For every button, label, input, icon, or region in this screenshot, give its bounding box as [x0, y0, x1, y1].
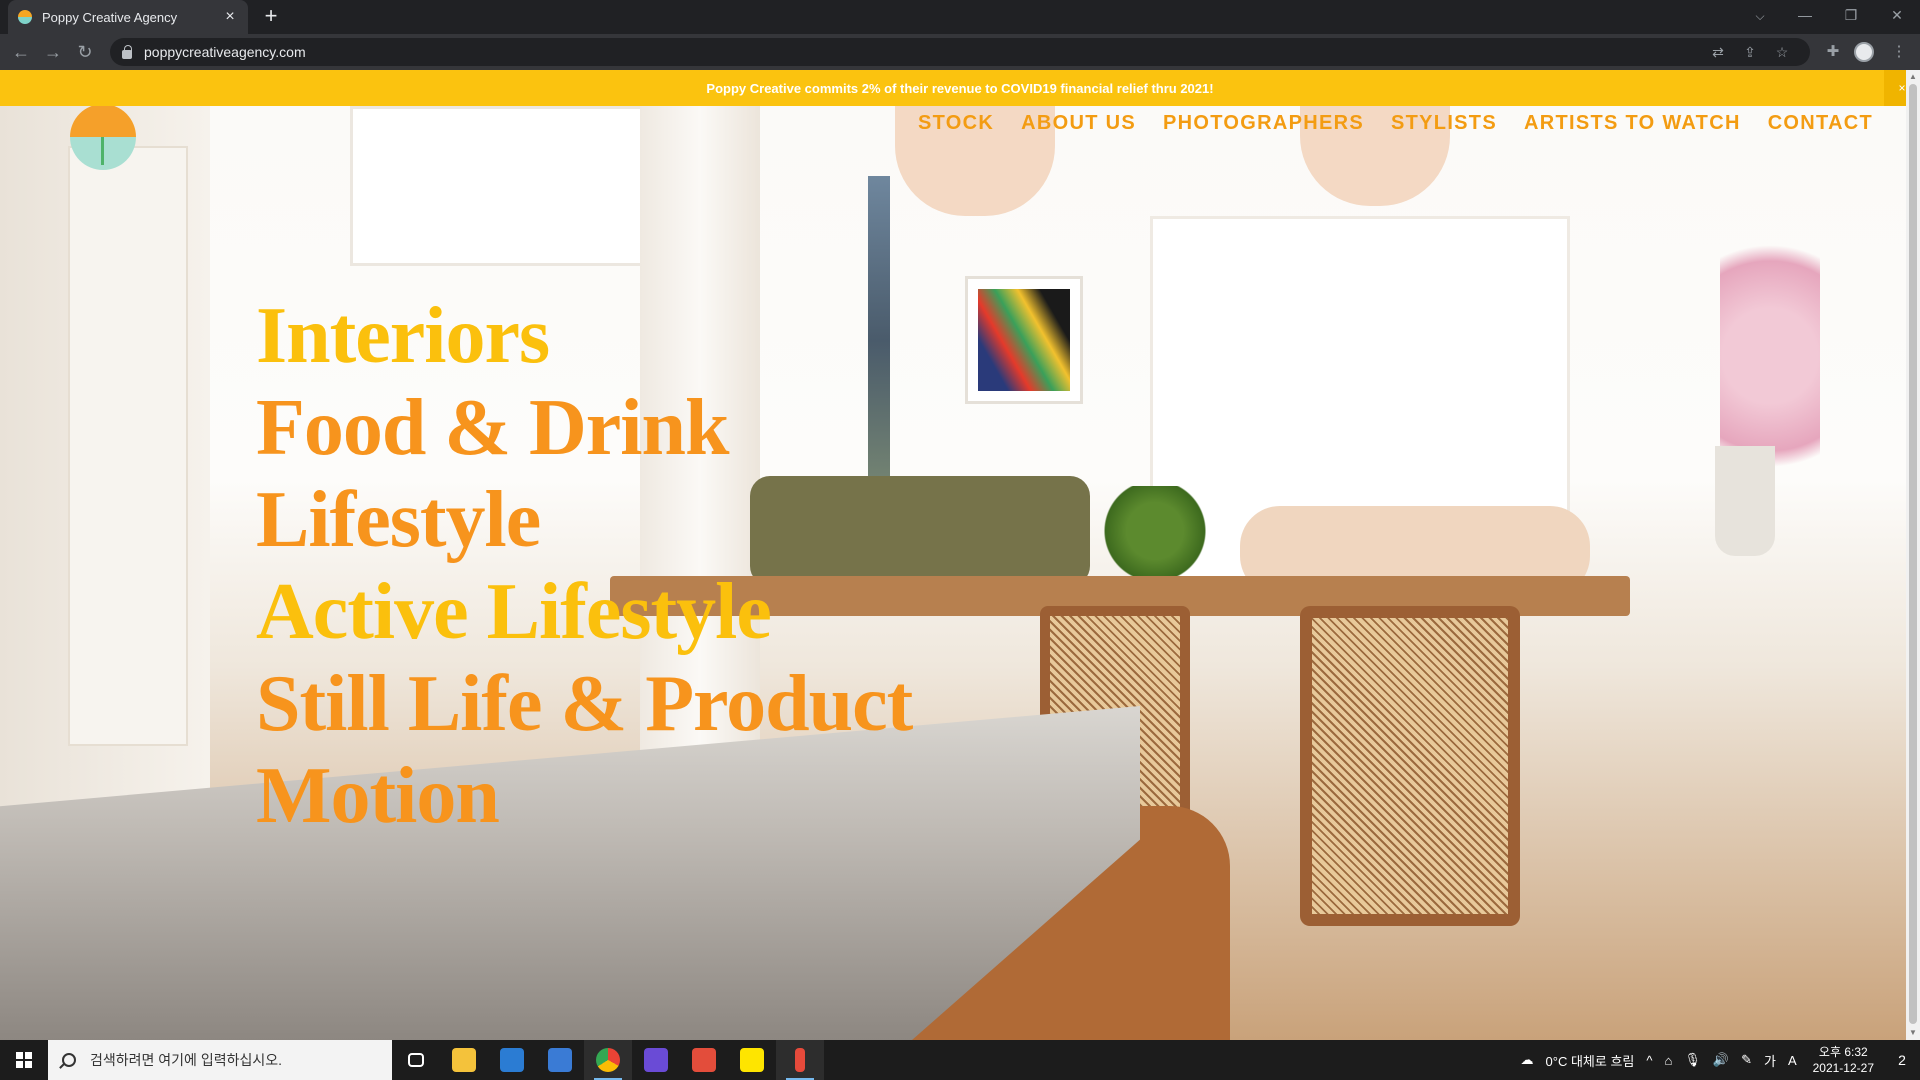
address-bar[interactable]: poppycreativeagency.com ⇄ ⇪ ☆ — [110, 38, 1810, 66]
translate-icon[interactable]: ⇄ — [1702, 44, 1734, 61]
notes-app-icon[interactable] — [680, 1040, 728, 1080]
nav-artists-to-watch[interactable]: ARTISTS TO WATCH — [1524, 112, 1741, 135]
file-explorer-icon[interactable] — [440, 1040, 488, 1080]
lock-icon[interactable] — [122, 44, 132, 59]
clock-time: 오후 6:32 — [1818, 1045, 1868, 1059]
category-interiors[interactable]: Interiors — [256, 290, 912, 382]
centerpiece-plant — [1100, 486, 1210, 576]
windows-taskbar: 검색하려면 여기에 입력하십시오. ☁ 0°C 대체로 흐림 ^ ⌂ 🎙 🔊 ✎… — [0, 1040, 1920, 1080]
taskbar-search[interactable]: 검색하려면 여기에 입력하십시오. — [48, 1040, 392, 1080]
volume-icon[interactable]: 🔊 — [1707, 1052, 1735, 1068]
scroll-up-icon[interactable]: ▲ — [1906, 70, 1920, 84]
browser-toolbar: ← → ↻ poppycreativeagency.com ⇄ ⇪ ☆ ✚ ⋮ — [0, 34, 1920, 70]
nav-photographers[interactable]: PHOTOGRAPHERS — [1163, 112, 1364, 135]
tab-title: Poppy Creative Agency — [42, 9, 178, 25]
restore-button[interactable]: ❐ — [1828, 0, 1874, 30]
ime-icon[interactable]: 가 — [1758, 1051, 1782, 1070]
tab-search-icon[interactable]: ⌵ — [1748, 4, 1772, 28]
weather-icon[interactable]: ☁ — [1515, 1052, 1540, 1068]
category-motion[interactable]: Motion — [256, 750, 912, 842]
announcement-message: Poppy Creative commits 2% of their reven… — [706, 80, 1214, 96]
logo-stem-icon — [101, 137, 104, 165]
door — [68, 146, 188, 746]
microphone-icon[interactable]: 🎙 — [1678, 1052, 1707, 1068]
browser-tab[interactable]: Poppy Creative Agency × — [8, 0, 248, 34]
nav-stylists[interactable]: STYLISTS — [1391, 112, 1497, 135]
category-lifestyle[interactable]: Lifestyle — [256, 474, 912, 566]
browser-menu-icon[interactable]: ⋮ — [1886, 39, 1912, 65]
wall-art-painting — [978, 289, 1070, 391]
window-close-button[interactable]: ✕ — [1874, 0, 1920, 30]
store-icon[interactable] — [536, 1040, 584, 1080]
snipping-tool-icon[interactable] — [776, 1040, 824, 1080]
weather-text[interactable]: 0°C 대체로 흐림 — [1540, 1051, 1641, 1070]
main-nav: STOCK ABOUT US PHOTOGRAPHERS STYLISTS AR… — [918, 112, 1873, 135]
url-text[interactable]: poppycreativeagency.com — [144, 44, 1702, 60]
kakaotalk-icon[interactable] — [728, 1040, 776, 1080]
scroll-down-icon[interactable]: ▼ — [1906, 1026, 1920, 1040]
windows-logo-icon — [16, 1052, 32, 1068]
chrome-icon[interactable] — [584, 1040, 632, 1080]
poppy-logo[interactable] — [70, 104, 136, 170]
nav-about-us[interactable]: ABOUT US — [1021, 112, 1136, 135]
logo-sun-icon — [70, 104, 136, 137]
input-mode-icon[interactable]: A — [1782, 1053, 1803, 1068]
system-tray: ☁ 0°C 대체로 흐림 ^ ⌂ 🎙 🔊 ✎ 가 A 오후 6:32 2021-… — [1515, 1040, 1920, 1080]
category-list: Interiors Food & Drink Lifestyle Active … — [256, 290, 913, 842]
notification-count: 2 — [1898, 1052, 1906, 1068]
category-still-life-product[interactable]: Still Life & Product — [256, 658, 913, 750]
nav-contact[interactable]: CONTACT — [1768, 112, 1873, 135]
reload-icon[interactable]: ↻ — [72, 39, 98, 65]
category-active-lifestyle[interactable]: Active Lifestyle — [256, 566, 912, 658]
task-view-icon[interactable] — [392, 1040, 440, 1080]
clock[interactable]: 오후 6:32 2021-12-27 — [1803, 1044, 1884, 1076]
share-icon[interactable]: ⇪ — [1734, 44, 1766, 61]
tab-close-icon[interactable]: × — [222, 8, 238, 26]
new-tab-button[interactable]: + — [258, 4, 284, 30]
network-icon[interactable]: ⌂ — [1659, 1053, 1679, 1068]
page-viewport: Poppy Creative commits 2% of their reven… — [0, 70, 1920, 1040]
start-button[interactable] — [0, 1040, 48, 1080]
minimize-button[interactable]: — — [1782, 0, 1828, 30]
category-food-drink[interactable]: Food & Drink — [256, 382, 912, 474]
tab-strip: Poppy Creative Agency × + ⌵ — ❐ ✕ — [0, 0, 1920, 34]
nav-stock[interactable]: STOCK — [918, 112, 994, 135]
show-hidden-icons-icon[interactable]: ^ — [1640, 1053, 1658, 1068]
cane-chair — [1300, 606, 1520, 926]
clock-date: 2021-12-27 — [1812, 1061, 1874, 1075]
pen-icon[interactable]: ✎ — [1735, 1052, 1758, 1068]
scroll-thumb[interactable] — [1909, 84, 1917, 1024]
back-icon[interactable]: ← — [8, 39, 34, 65]
forward-icon[interactable]: → — [40, 39, 66, 65]
favicon-icon — [18, 10, 32, 24]
extensions-icon[interactable]: ✚ — [1820, 39, 1846, 65]
mail-icon[interactable] — [488, 1040, 536, 1080]
page-scrollbar[interactable]: ▲ ▼ — [1906, 70, 1920, 1040]
bookmark-star-icon[interactable]: ☆ — [1766, 44, 1798, 61]
vase — [1715, 446, 1775, 556]
game-app-icon[interactable] — [632, 1040, 680, 1080]
search-placeholder: 검색하려면 여기에 입력하십시오. — [90, 1052, 282, 1068]
profile-avatar[interactable] — [1854, 42, 1874, 62]
announcement-bar: Poppy Creative commits 2% of their reven… — [0, 70, 1920, 106]
notification-center-icon[interactable]: 2 — [1884, 1040, 1920, 1080]
search-icon — [62, 1053, 76, 1067]
